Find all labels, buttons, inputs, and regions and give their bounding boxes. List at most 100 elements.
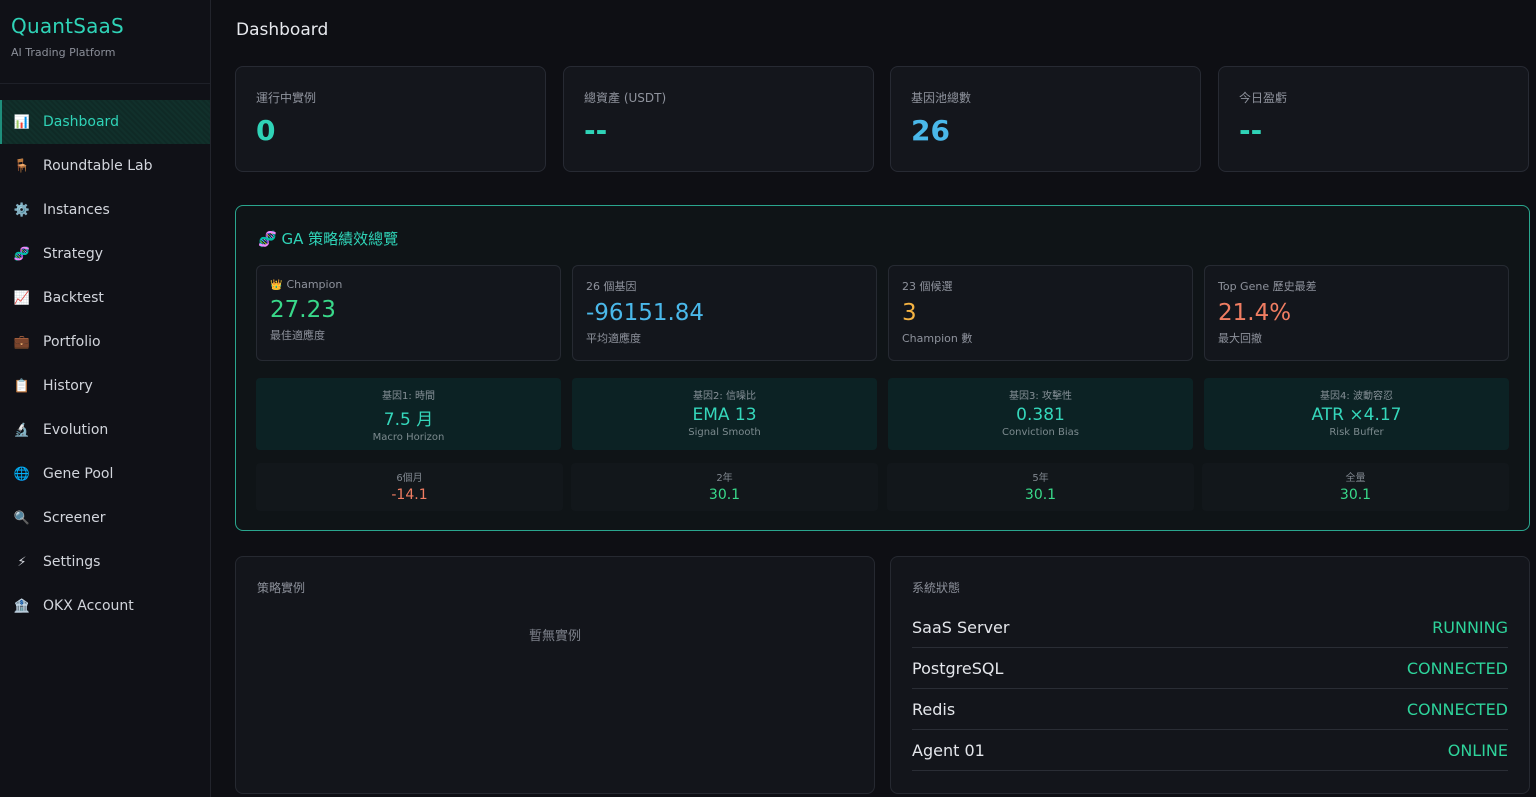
gene-card: 基因4: 波動容忍 ATR ×4.17 Risk Buffer — [1204, 378, 1509, 450]
status-value: RUNNING — [1432, 617, 1508, 637]
bar-chart-icon: 📊 — [13, 114, 31, 130]
status-row: SaaS Server RUNNING — [912, 607, 1508, 648]
gene-card: 基因3: 攻擊性 0.381 Conviction Bias — [888, 378, 1193, 450]
ga-metric-label: 23 個候選 — [902, 278, 1179, 294]
stat-card: 運行中實例 0 — [235, 66, 546, 172]
sidebar-item-label: History — [43, 378, 93, 394]
gear-icon: ⚙️ — [13, 202, 31, 218]
sidebar-item-backtest[interactable]: 📈 Backtest — [0, 276, 210, 320]
sidebar-item-label: Instances — [43, 202, 110, 218]
ga-metric-label: 26 個基因 — [586, 278, 863, 294]
period-return-card: 5年 30.1 — [887, 463, 1194, 511]
brand: QuantSaaS AI Trading Platform — [0, 0, 210, 84]
ga-metric-value: 21.4% — [1218, 300, 1292, 326]
crown-icon: 👑 — [270, 280, 283, 291]
ga-metric-card: 26 個基因 -96151.84 平均適應度 — [572, 265, 877, 361]
gene-label: 基因3: 攻擊性 — [1009, 391, 1072, 402]
period-label: 全量 — [1345, 473, 1366, 484]
magnifier-icon: 🔍 — [13, 510, 31, 526]
sidebar-item-screener[interactable]: 🔍 Screener — [0, 496, 210, 540]
status-value: ONLINE — [1447, 740, 1508, 760]
gene-value: ATR ×4.17 — [1311, 405, 1402, 425]
period-value: -14.1 — [391, 487, 428, 503]
stat-label: 總資產 (USDT) — [584, 91, 667, 105]
status-value: CONNECTED — [1406, 658, 1508, 678]
ga-metric-card: 23 個候選 3 Champion 數 — [888, 265, 1193, 361]
sidebar-item-instances[interactable]: ⚙️ Instances — [0, 188, 210, 232]
lightning-icon: ⚡ — [17, 554, 27, 570]
period-return-card: 2年 30.1 — [571, 463, 878, 511]
ga-metric-label-text: Top Gene 歷史最差 — [1218, 280, 1317, 293]
brand-name: QuantSaaS — [11, 14, 124, 38]
bank-icon: 🏦 — [13, 598, 31, 614]
sidebar-item-strategy[interactable]: 🧬 Strategy — [0, 232, 210, 276]
stat-card: 基因池總數 26 — [890, 66, 1201, 172]
sidebar: QuantSaaS AI Trading Platform 📊 Dashboard… — [0, 0, 211, 797]
gene-card: 基因2: 信噪比 EMA 13 Signal Smooth — [572, 378, 877, 450]
stat-value: -- — [1239, 114, 1263, 147]
instances-empty-text: 暫無實例 — [528, 629, 581, 644]
ga-metric-sub: 最佳適應度 — [270, 329, 325, 342]
period-label: 5年 — [1032, 473, 1049, 484]
stat-card: 今日盈虧 -- — [1218, 66, 1529, 172]
dna-icon: 🧬 — [13, 246, 31, 262]
gene-label: 基因2: 信噪比 — [693, 391, 756, 402]
gene-label: 基因1: 時間 — [382, 391, 435, 402]
ga-performance-panel: 🧬 GA 策略績效總覽 👑 Champion 27.23 最佳適應度 26 個基因 -96… — [235, 205, 1530, 531]
page-title: Dashboard — [236, 20, 329, 40]
ga-metric-card: 👑 Champion 27.23 最佳適應度 — [256, 265, 561, 361]
briefcase-icon: 💼 — [13, 334, 31, 350]
period-label: 2年 — [716, 473, 733, 484]
line-chart-icon: 📈 — [13, 290, 31, 306]
sidebar-item-evolution[interactable]: 🔬 Evolution — [0, 408, 210, 452]
ga-metric-label-text: Champion — [286, 278, 343, 291]
stat-label: 基因池總數 — [911, 91, 972, 105]
sidebar-item-portfolio[interactable]: 💼 Portfolio — [0, 320, 210, 364]
gene-value: EMA 13 — [692, 405, 757, 425]
sidebar-item-okx-account[interactable]: 🏦 OKX Account — [0, 584, 210, 628]
system-status-panel: 系統狀態 SaaS Server RUNNING PostgreSQL CONNECT… — [890, 556, 1530, 794]
globe-icon: 🌐 — [13, 466, 31, 482]
sidebar-item-history[interactable]: 📋 History — [0, 364, 210, 408]
sidebar-item-settings[interactable]: ⚡ Settings — [0, 540, 210, 584]
period-label: 6個月 — [396, 473, 423, 484]
sidebar-nav: 📊 Dashboard 🪑 Roundtable Lab ⚙️ Instances 🧬 Str… — [0, 100, 210, 628]
ga-metric-sub: Champion 數 — [902, 332, 973, 345]
status-service-name: PostgreSQL — [912, 658, 1004, 678]
sidebar-item-label: Portfolio — [43, 334, 101, 350]
ga-panel-title-text: GA 策略績效總覽 — [281, 230, 399, 248]
instances-panel: 策略實例 暫無實例 — [235, 556, 875, 794]
stat-value: 26 — [911, 114, 950, 147]
stat-label: 運行中實例 — [256, 91, 317, 105]
status-value: CONNECTED — [1406, 699, 1508, 719]
instances-panel-title: 策略實例 — [257, 581, 306, 595]
status-service-name: Agent 01 — [912, 740, 985, 760]
status-row: PostgreSQL CONNECTED — [912, 648, 1508, 689]
period-value: 30.1 — [1339, 487, 1372, 503]
ga-metric-label: 👑 Champion — [270, 278, 547, 291]
clipboard-icon: 📋 — [13, 378, 31, 394]
ga-metric-card: Top Gene 歷史最差 21.4% 最大回撤 — [1204, 265, 1509, 361]
ga-metric-value: -96151.84 — [586, 300, 705, 326]
gene-sub: Macro Horizon — [372, 432, 445, 443]
brand-subtitle: AI Trading Platform — [11, 46, 116, 59]
ga-metric-sub: 最大回撤 — [1218, 332, 1262, 345]
period-value: 30.1 — [1024, 487, 1057, 503]
stat-value: -- — [584, 114, 608, 147]
stat-label: 今日盈虧 — [1239, 91, 1288, 105]
status-service-name: SaaS Server — [912, 617, 1010, 637]
ga-panel-title: 🧬 GA 策略績效總覽 — [258, 228, 398, 249]
status-service-name: Redis — [912, 699, 956, 719]
sidebar-item-gene-pool[interactable]: 🌐 Gene Pool — [0, 452, 210, 496]
gene-sub: Signal Smooth — [688, 427, 761, 438]
ga-metric-label: Top Gene 歷史最差 — [1218, 278, 1495, 294]
gene-sub: Risk Buffer — [1329, 427, 1384, 438]
status-row: Redis CONNECTED — [912, 689, 1508, 730]
sidebar-item-dashboard[interactable]: 📊 Dashboard — [0, 100, 210, 144]
ga-metric-sub: 平均適應度 — [586, 332, 641, 345]
gene-sub: Conviction Bias — [1002, 427, 1079, 438]
sidebar-item-label: Settings — [43, 554, 101, 570]
sidebar-item-roundtable-lab[interactable]: 🪑 Roundtable Lab — [0, 144, 210, 188]
stat-card: 總資產 (USDT) -- — [563, 66, 874, 172]
stat-value: 0 — [256, 114, 276, 147]
